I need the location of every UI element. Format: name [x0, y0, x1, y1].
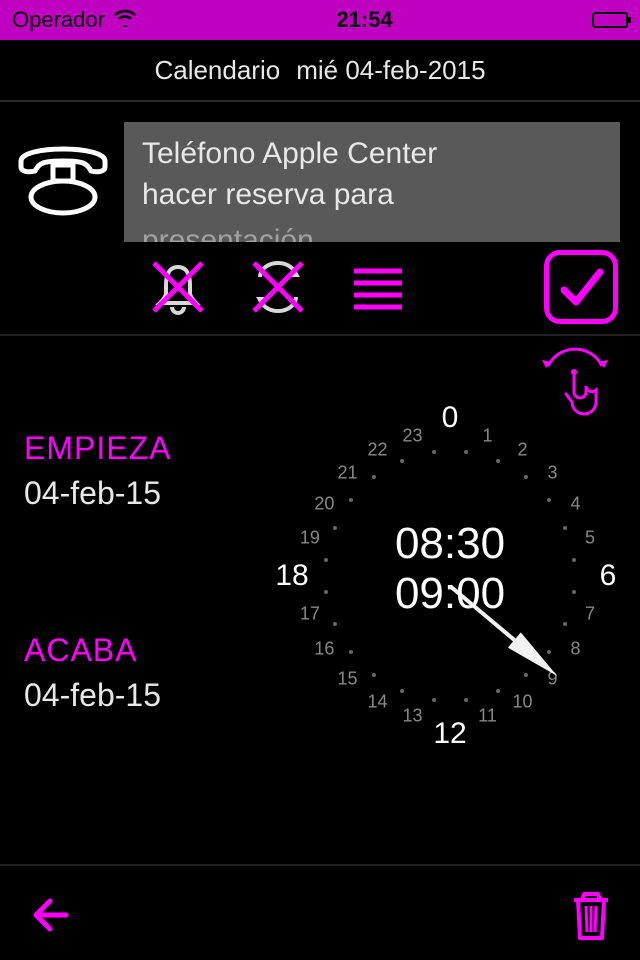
title-bar: Calendario mié 04-feb-2015 — [0, 40, 640, 102]
start-time: 08:30 — [395, 519, 505, 569]
dial-tick — [372, 475, 376, 479]
dial-tick — [563, 622, 567, 626]
dial-hour-14: 14 — [367, 691, 387, 712]
delete-button[interactable] — [568, 888, 614, 942]
statusbar-time: 21:54 — [137, 7, 592, 33]
dial-tick — [464, 698, 468, 702]
list-button[interactable] — [328, 252, 428, 322]
dial-tick — [400, 689, 404, 693]
starts-date: 04-feb-15 — [24, 475, 264, 512]
dial-hour-2: 2 — [517, 440, 527, 461]
bottom-bar — [0, 870, 640, 960]
event-title: Teléfono Apple Center — [142, 134, 602, 175]
dial-tick — [333, 526, 337, 530]
dial-hour-5: 5 — [585, 528, 595, 549]
dial-tick — [432, 698, 436, 702]
battery-icon — [592, 12, 628, 28]
phone-icon — [8, 122, 118, 232]
dial-tick — [572, 558, 576, 562]
ends-label: ACABA — [24, 632, 264, 669]
header-date: mié 04-feb-2015 — [296, 55, 485, 86]
dial-hour-8: 8 — [571, 638, 581, 659]
alarm-off-button[interactable] — [128, 252, 228, 322]
dial-hour-13: 13 — [402, 706, 422, 727]
dial-tick — [572, 590, 576, 594]
confirm-button[interactable] — [544, 250, 618, 324]
dial-tick — [349, 498, 353, 502]
dial-hour-16: 16 — [314, 638, 334, 659]
dial-tick — [400, 459, 404, 463]
dial-hour-10: 10 — [512, 691, 532, 712]
divider-bottom — [0, 864, 640, 866]
dial-tick — [547, 498, 551, 502]
event-line3: presentación — [142, 221, 602, 242]
dial-hour-19: 19 — [300, 528, 320, 549]
dial-tick — [349, 650, 353, 654]
schedule-section: EMPIEZA 04-feb-15 ACABA 04-feb-15 012345… — [0, 336, 640, 826]
dial-tick — [432, 450, 436, 454]
dial-tick — [496, 689, 500, 693]
dial-hour-0: 0 — [442, 401, 459, 435]
dial-tick — [496, 459, 500, 463]
event-text: Teléfono Apple Center hacer reserva para… — [124, 122, 620, 242]
starts-block[interactable]: EMPIEZA 04-feb-15 — [24, 430, 264, 512]
repeat-off-button[interactable] — [228, 252, 328, 322]
dial-hour-22: 22 — [367, 440, 387, 461]
dial-hour-12: 12 — [433, 717, 466, 751]
action-row — [0, 242, 640, 332]
ends-block[interactable]: ACABA 04-feb-15 — [24, 632, 264, 714]
dial-hour-17: 17 — [300, 603, 320, 624]
dial-tick — [464, 450, 468, 454]
ends-date: 04-feb-15 — [24, 677, 264, 714]
dial-tick — [547, 650, 551, 654]
dial-hour-11: 11 — [478, 706, 497, 727]
dial-tick — [563, 526, 567, 530]
dial-tick — [324, 558, 328, 562]
dial-tick — [372, 673, 376, 677]
status-bar: Operador 21:54 — [0, 0, 640, 40]
dial-hour-6: 6 — [600, 559, 617, 593]
end-time: 09:00 — [395, 569, 505, 619]
dial-tick — [524, 475, 528, 479]
dial-hour-18: 18 — [275, 559, 308, 593]
event-line2: hacer reserva para — [142, 175, 602, 216]
dial-hour-1: 1 — [483, 425, 493, 446]
back-button[interactable] — [26, 888, 80, 942]
dial-hour-4: 4 — [571, 493, 581, 514]
dial-tick — [324, 590, 328, 594]
app-title: Calendario — [154, 55, 280, 86]
dial-hour-20: 20 — [314, 493, 334, 514]
dial-tick — [333, 622, 337, 626]
dial-hour-21: 21 — [337, 463, 357, 484]
time-dial[interactable]: 01234567891011121314151617181920212223 0… — [280, 406, 620, 746]
dial-hour-23: 23 — [402, 425, 422, 446]
event-card[interactable]: Teléfono Apple Center hacer reserva para… — [0, 102, 640, 242]
starts-label: EMPIEZA — [24, 430, 264, 467]
carrier-label: Operador — [12, 7, 105, 33]
dial-tick — [524, 673, 528, 677]
dial-hour-3: 3 — [548, 463, 558, 484]
wifi-icon — [113, 7, 137, 33]
dial-hour-15: 15 — [337, 668, 357, 689]
dial-hour-7: 7 — [585, 603, 595, 624]
